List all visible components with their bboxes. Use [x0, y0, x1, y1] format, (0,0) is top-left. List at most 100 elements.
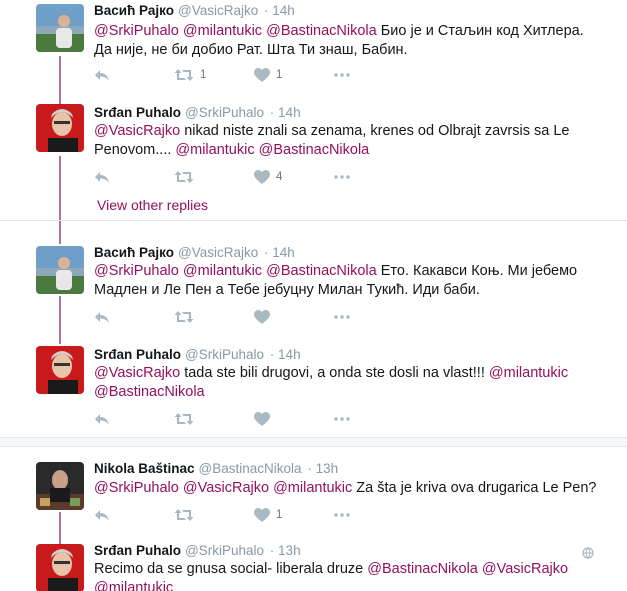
like-button[interactable] [254, 411, 276, 427]
mention-link[interactable]: @BastinacNikola [259, 142, 370, 158]
divider [0, 220, 627, 221]
tweet[interactable]: Srđan Puhalo @SrkiPuhalo · 14h @VasicRajk… [0, 100, 627, 220]
like-button[interactable]: 1 [254, 67, 282, 83]
username[interactable]: @SrkiPuhalo [185, 105, 264, 120]
reply-icon [95, 172, 109, 183]
mention-link[interactable]: @milantukic [273, 480, 352, 496]
tweet-text-segment: Recimo da se gnusa social- liberala druz… [94, 561, 368, 577]
view-other-replies-link[interactable]: View other replies [97, 197, 208, 213]
separator: · [263, 3, 269, 18]
tweet[interactable]: Васић Рајко @VasicRajko · 14h @SrkiPuhalo… [0, 242, 627, 337]
like-button[interactable]: 4 [254, 169, 282, 185]
more-button[interactable] [334, 309, 350, 325]
like-count: 1 [276, 69, 283, 81]
more-button[interactable] [334, 169, 350, 185]
fullname[interactable]: Srđan Puhalo [94, 347, 181, 362]
more-button[interactable] [334, 67, 350, 83]
tweet[interactable]: Srđan Puhalo @SrkiPuhalo · 13h Recimo da … [0, 540, 627, 591]
mention-link[interactable]: @VasicRajko [183, 480, 269, 496]
mention-link[interactable]: @SrkiPuhalo [94, 480, 179, 496]
retweet-button[interactable] [174, 411, 200, 427]
reply-icon [95, 312, 109, 323]
mention-link[interactable]: @BastinacNikola [94, 384, 205, 400]
separator: · [269, 105, 275, 120]
globe-icon [582, 546, 594, 564]
tweet[interactable]: Васић Рајко @VasicRajko · 14h @SrkiPuhalo… [0, 0, 627, 95]
avatar[interactable] [36, 246, 84, 294]
mention-link[interactable]: @milantukic [489, 365, 568, 381]
tweet-header: Srđan Puhalo @SrkiPuhalo · 14h [94, 347, 301, 362]
tweet-text-segment: Za šta je kriva ova drugarica Le Pen? [352, 480, 597, 496]
avatar[interactable] [36, 4, 84, 52]
more-icon [334, 417, 350, 421]
separator: · [307, 461, 312, 476]
like-count: 4 [276, 171, 283, 183]
mention-link[interactable]: @BastinacNikola [266, 23, 377, 39]
reply-button[interactable] [94, 309, 116, 325]
timestamp[interactable]: 14h [272, 245, 295, 260]
timestamp[interactable]: 14h [278, 347, 301, 362]
mention-link[interactable]: @VasicRajko [94, 365, 180, 381]
tweet-header: Nikola Baštinac @BastinacNikola · 13h [94, 461, 338, 476]
more-icon [334, 175, 350, 179]
fullname[interactable]: Nikola Baštinac [94, 461, 195, 476]
timestamp[interactable]: 14h [278, 105, 301, 120]
retweet-button[interactable] [174, 507, 200, 523]
more-button[interactable] [334, 507, 350, 523]
username[interactable]: @VasicRajko [178, 3, 258, 18]
mention-link[interactable]: @SrkiPuhalo [94, 23, 179, 39]
more-button[interactable] [334, 411, 350, 427]
username[interactable]: @BastinacNikola [199, 461, 302, 476]
mention-link[interactable]: @milantukic [94, 580, 173, 591]
fullname[interactable]: Srđan Puhalo [94, 543, 181, 558]
mention-link[interactable]: @BastinacNikola [367, 561, 478, 577]
username[interactable]: @VasicRajko [178, 245, 258, 260]
tweet-header: Srđan Puhalo @SrkiPuhalo · 14h [94, 105, 301, 120]
retweet-icon [174, 69, 194, 81]
retweet-icon [174, 413, 194, 425]
reply-button[interactable] [94, 169, 116, 185]
tweet-text: Recimo da se gnusa social- liberala druz… [94, 560, 604, 591]
mention-link[interactable]: @milantukic [183, 23, 262, 39]
retweet-button[interactable] [174, 169, 200, 185]
reply-icon [95, 510, 109, 521]
retweet-button[interactable] [174, 309, 200, 325]
tweet-header: Васић Рајко @VasicRajko · 14h [94, 3, 295, 18]
timestamp[interactable]: 13h [316, 461, 339, 476]
fullname[interactable]: Srđan Puhalo [94, 105, 181, 120]
mention-link[interactable]: @VasicRajko [482, 561, 568, 577]
separator: · [269, 347, 275, 362]
separator: · [269, 543, 275, 558]
timestamp[interactable]: 13h [278, 543, 301, 558]
tweet[interactable]: Srđan Puhalo @SrkiPuhalo · 14h @VasicRajk… [0, 344, 627, 436]
reply-button[interactable] [94, 67, 116, 83]
retweet-button[interactable]: 1 [174, 67, 206, 83]
username[interactable]: @SrkiPuhalo [185, 543, 264, 558]
like-button[interactable] [254, 309, 276, 325]
tweet-text: @SrkiPuhalo @milantukic @BastinacNikola … [94, 22, 604, 60]
heart-icon [254, 412, 270, 426]
more-icon [334, 315, 350, 319]
mention-link[interactable]: @BastinacNikola [266, 263, 377, 279]
username[interactable]: @SrkiPuhalo [185, 347, 264, 362]
mention-link[interactable]: @VasicRajko [94, 123, 180, 139]
tweet-text: @VasicRajko tada ste bili drugovi, a ond… [94, 364, 604, 402]
mention-link[interactable]: @SrkiPuhalo [94, 263, 179, 279]
tweet-header: Srđan Puhalo @SrkiPuhalo · 13h [94, 543, 301, 558]
avatar[interactable] [36, 104, 84, 152]
reply-button[interactable] [94, 507, 116, 523]
mention-link[interactable]: @milantukic [175, 142, 254, 158]
fullname[interactable]: Васић Рајко [94, 245, 174, 260]
reply-button[interactable] [94, 411, 116, 427]
timestamp[interactable]: 14h [272, 3, 295, 18]
avatar[interactable] [36, 346, 84, 394]
avatar[interactable] [36, 462, 84, 510]
fullname[interactable]: Васић Рајко [94, 3, 174, 18]
like-button[interactable]: 1 [254, 507, 282, 523]
avatar[interactable] [36, 544, 84, 591]
tweet-text: @SrkiPuhalo @VasicRajko @milantukic Za š… [94, 479, 604, 498]
retweet-icon [174, 509, 194, 521]
tweet[interactable]: Nikola Baštinac @BastinacNikola · 13h @Sr… [0, 458, 627, 538]
mention-link[interactable]: @milantukic [183, 263, 262, 279]
heart-icon [254, 508, 270, 522]
